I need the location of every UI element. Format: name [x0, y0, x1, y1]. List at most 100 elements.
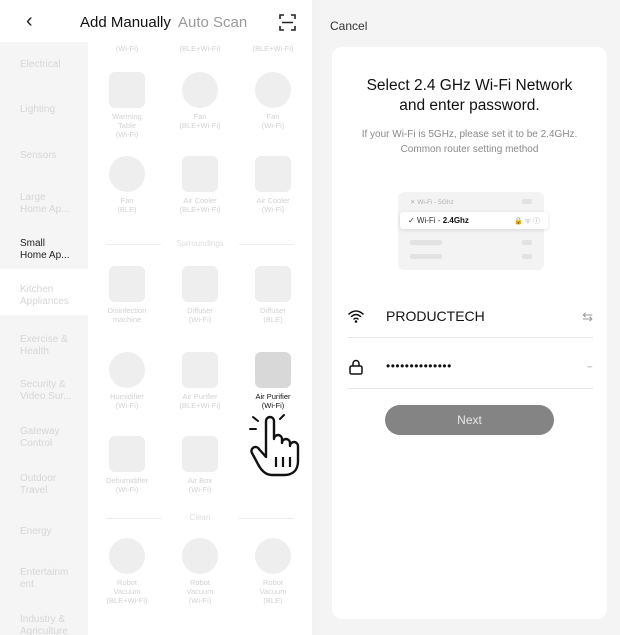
illus-bar: [522, 240, 532, 245]
sidebar-item-security[interactable]: Security & Video Sur...: [20, 379, 86, 403]
device-item[interactable]: Air Cooler (BLE+Wi-Fi): [163, 156, 237, 214]
illus-bar: [410, 240, 442, 245]
device-item[interactable]: Dehumidifier (Wi-Fi): [90, 436, 164, 494]
device-label: (BLE+Wi-Fi): [179, 44, 221, 53]
illus-5ghz-row: ✕ Wi-Fi - 5Ghz: [410, 199, 454, 206]
device-label: Fan (Wi-Fi): [261, 112, 285, 130]
ssid-value: PRODUCTECH: [386, 308, 485, 324]
device-label: Fan (BLE): [117, 196, 137, 214]
device-item[interactable]: Robot Vacuum (Wi-Fi): [163, 538, 237, 605]
device-label: Air Purifier (Wi-Fi): [255, 392, 291, 410]
tab-auto-scan[interactable]: Auto Scan: [178, 14, 247, 31]
device-label: Robot Vacuum (Wi-Fi): [186, 578, 214, 605]
device-image: [182, 352, 218, 388]
device-item[interactable]: Fan (Wi-Fi): [236, 72, 310, 130]
device-item[interactable]: Diffuser (BLE): [236, 266, 310, 324]
device-label: Dehumidifier (Wi-Fi): [105, 476, 149, 494]
sidebar-item-kitchen[interactable]: Kitchen Appliances: [20, 284, 86, 308]
subtitle: If your Wi-Fi is 5GHz, please set it to …: [361, 129, 578, 155]
device-label: (Wi-Fi): [115, 44, 139, 53]
illus-selected-row: ✓ Wi-Fi - 2.4Ghz 🔒 ᯤ ⓘ: [400, 212, 548, 229]
device-image: [182, 266, 218, 302]
device-item[interactable]: Diffuser (Wi-Fi): [163, 266, 237, 324]
device-item[interactable]: Air Box (Wi-Fi): [163, 436, 237, 494]
device-label: Warming Table (Wi-Fi): [112, 112, 142, 139]
device-image: [182, 156, 218, 192]
device-image: [109, 266, 145, 302]
next-button[interactable]: Next: [385, 405, 554, 435]
device-image: [109, 352, 145, 388]
device-image: [255, 352, 291, 388]
wifi-config-panel: Cancel Select 2.4 GHz Wi-Fi Network and …: [316, 0, 620, 635]
wifi-icon: [348, 310, 364, 323]
sidebar-item-energy[interactable]: Energy: [20, 526, 86, 538]
illus-sel-prefix: ✓ Wi-Fi -: [408, 216, 443, 225]
illus-bar: [522, 199, 532, 204]
device-image: [255, 72, 291, 108]
device-image: [255, 266, 291, 302]
lock-icon: [349, 359, 363, 375]
switch-network-icon[interactable]: ⇆: [582, 309, 593, 325]
sidebar-item-small-home[interactable]: Small Home Ap...: [20, 238, 86, 262]
device-item[interactable]: Warming Table (Wi-Fi): [90, 72, 164, 139]
device-image: [182, 538, 218, 574]
sidebar-item-exercise[interactable]: Exercise & Health: [20, 334, 86, 358]
device-item[interactable]: Robot Vacuum (BLE+Wi-Fi): [90, 538, 164, 605]
device-label: Robot Vacuum (BLE): [259, 578, 287, 605]
device-item[interactable]: Air Purifier (BLE+Wi-Fi): [163, 352, 237, 410]
device-image: [255, 156, 291, 192]
sidebar-item-outdoor[interactable]: Outdoor Travel: [20, 473, 86, 497]
password-field[interactable]: •••••••••••••• ⌣: [348, 347, 593, 389]
sidebar-item-sensors[interactable]: Sensors: [20, 150, 86, 162]
device-image: [109, 72, 145, 108]
sidebar-item-gateway[interactable]: Gateway Control: [20, 426, 86, 450]
wifi-card: Select 2.4 GHz Wi-Fi Network and enter p…: [332, 47, 607, 619]
scan-icon[interactable]: [279, 14, 296, 31]
device-item[interactable]: Humidifier (Wi-Fi): [90, 352, 164, 410]
back-chevron-icon[interactable]: ‹: [26, 10, 33, 33]
sidebar-item-large-home[interactable]: Large Home Ap...: [20, 192, 86, 216]
device-image: [182, 72, 218, 108]
device-item[interactable]: Disinfection machine: [90, 266, 164, 324]
device-image: [182, 436, 218, 472]
wifi-ssid-field[interactable]: PRODUCTECH ⇆: [348, 296, 593, 338]
device-item[interactable]: Air Cooler (Wi-Fi): [236, 156, 310, 214]
device-item-air-purifier-wifi[interactable]: Air Purifier (Wi-Fi): [236, 352, 310, 410]
sidebar-item-electrical[interactable]: Electrical: [20, 59, 86, 71]
device-image: [109, 436, 145, 472]
add-device-panel: ‹ Add Manually Auto Scan Electrical Ligh…: [0, 0, 312, 635]
device-image: [109, 156, 145, 192]
device-item[interactable]: Fan (BLE+Wi-Fi): [163, 72, 237, 130]
hand-pointer-icon: [249, 414, 300, 477]
top-bar: ‹ Add Manually Auto Scan: [0, 0, 312, 42]
device-grid: (Wi-Fi) (BLE+Wi-Fi) (BLE+Wi-Fi) Warming …: [88, 0, 312, 635]
device-label: Diffuser (BLE): [260, 306, 286, 324]
device-label: Air Cooler (BLE+Wi-Fi): [179, 196, 221, 214]
page-title: Select 2.4 GHz Wi-Fi Network and enter p…: [366, 77, 573, 114]
tab-add-manually[interactable]: Add Manually: [80, 14, 171, 31]
wifi-illustration: ✕ Wi-Fi - 5Ghz ✓ Wi-Fi - 2.4Ghz 🔒 ᯤ ⓘ: [398, 192, 548, 270]
device-label: Fan (BLE+Wi-Fi): [179, 112, 221, 130]
device-image: [255, 538, 291, 574]
eye-hidden-icon[interactable]: ⌣: [586, 361, 593, 372]
device-item[interactable]: Fan (BLE): [90, 156, 164, 214]
category-sidebar: Electrical Lighting Sensors Large Home A…: [0, 42, 88, 635]
device-label: Diffuser (Wi-Fi): [187, 306, 213, 324]
sidebar-item-entertainment[interactable]: Entertainm ent: [20, 567, 86, 591]
password-value: ••••••••••••••: [386, 359, 452, 373]
illus-bar: [522, 254, 532, 259]
illus-sel-icons: 🔒 ᯤ ⓘ: [514, 218, 540, 225]
illus-bar: [410, 254, 442, 259]
device-label: Air Cooler (Wi-Fi): [256, 196, 290, 214]
sidebar-item-industry[interactable]: Industry & Agriculture: [20, 614, 86, 635]
device-label: Air Box (Wi-Fi): [187, 476, 213, 494]
device-label: Robot Vacuum (BLE+Wi-Fi): [106, 578, 148, 605]
screen: ‹ Add Manually Auto Scan Electrical Ligh…: [0, 0, 620, 635]
device-item[interactable]: Robot Vacuum (BLE): [236, 538, 310, 605]
illus-sel-band: 2.4Ghz: [442, 216, 469, 225]
sidebar-item-lighting[interactable]: Lighting: [20, 104, 86, 116]
section-surroundings: Surroundings: [88, 239, 312, 248]
cancel-button[interactable]: Cancel: [330, 19, 367, 33]
device-label: Humidifier (Wi-Fi): [110, 392, 144, 410]
device-image: [109, 538, 145, 574]
